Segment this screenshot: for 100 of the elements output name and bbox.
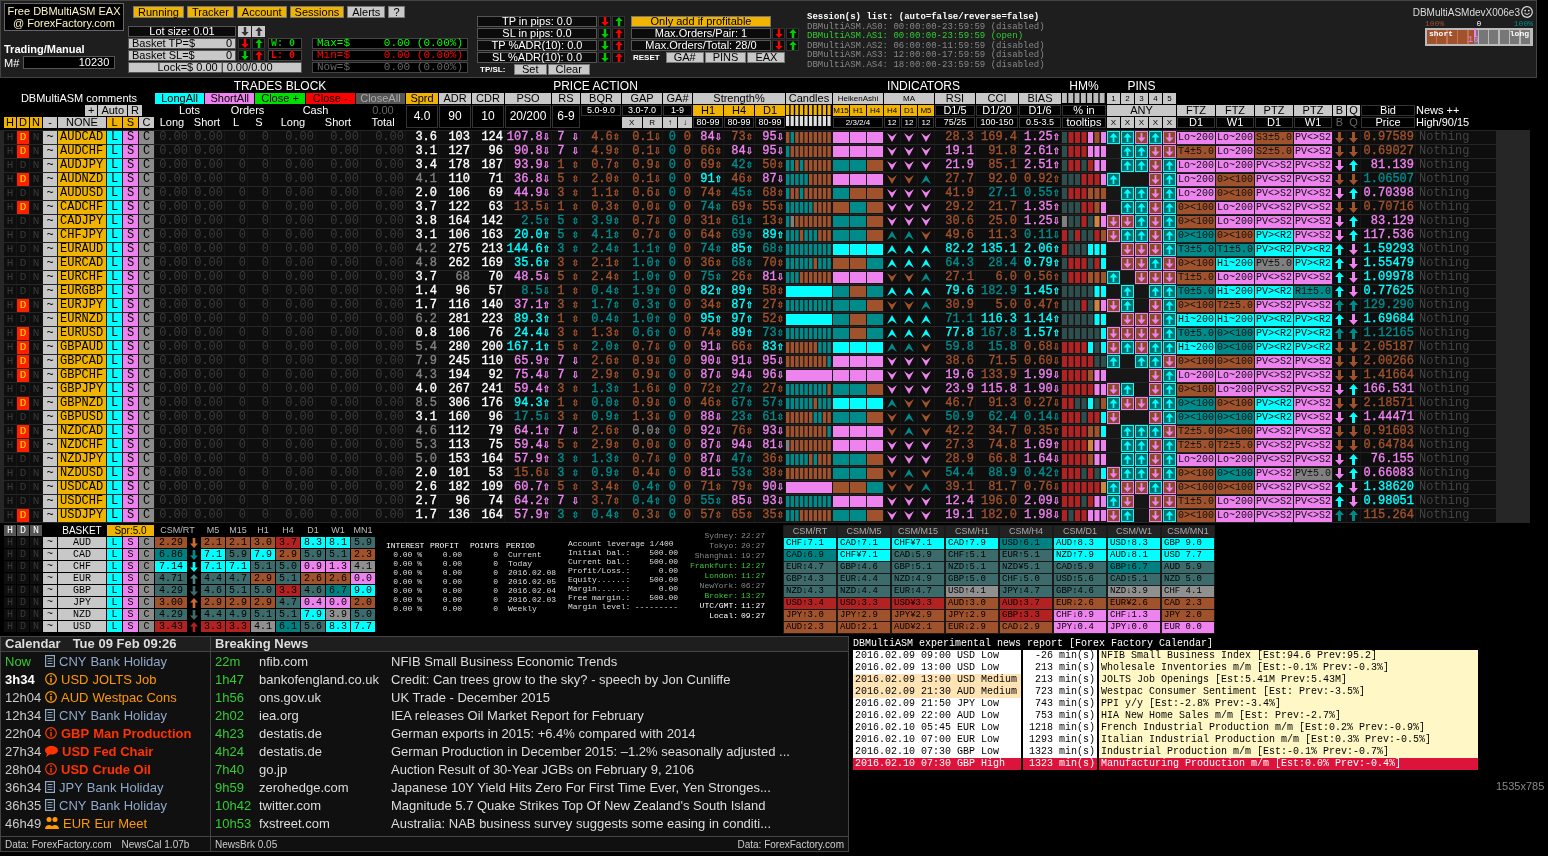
arrow-down-box-icon[interactable] [1163,425,1176,438]
pin-clear-button[interactable]: X [1107,117,1120,128]
pair-menu-button[interactable]: ~ [43,187,57,200]
arrow-down-box-icon[interactable] [1121,243,1134,256]
buy-button[interactable]: L [107,369,122,382]
comment-button[interactable]: R [128,105,142,116]
arrow-up-box-icon[interactable] [1163,285,1176,298]
symbol-button[interactable]: AUDJPY [58,159,106,172]
buy-button[interactable]: L [107,561,122,572]
arrow-up-box-icon[interactable] [1121,285,1134,298]
arrow-up-box-icon[interactable] [1163,369,1176,382]
currency-button[interactable]: JPY [58,597,106,608]
sell-button[interactable]: S [123,537,138,548]
filter-value[interactable]: 5.0-9.0 [581,105,621,116]
arrow-up-box-icon[interactable] [1163,229,1176,242]
exit-button[interactable]: C [139,313,154,326]
sell-button[interactable]: S [123,509,138,522]
symbol-button[interactable]: AUDCHF [58,145,106,158]
arrow-down-box-icon[interactable] [1149,201,1162,214]
setting-field[interactable]: TP in pips: 0.0 [477,16,597,27]
setting-field[interactable]: SL %ADR(10): 0.0 [477,52,597,63]
arrow-up-box-icon[interactable] [1135,439,1148,452]
sell-button[interactable]: S [123,561,138,572]
limit-field[interactable]: Max.Orders/Pair: 1 [631,28,771,39]
sell-button[interactable]: S [123,341,138,354]
arrow-up-box-icon[interactable] [1121,383,1134,396]
symbol-button[interactable]: GBPJPY [58,383,106,396]
arrow-down-box-icon[interactable] [1135,341,1148,354]
buy-button[interactable]: L [107,271,122,284]
buy-button[interactable]: L [107,439,122,452]
filter-label[interactable]: GA# [663,93,692,104]
sell-button[interactable]: S [123,609,138,620]
pair-menu-button[interactable]: ~ [43,215,57,228]
sell-button[interactable]: S [123,201,138,214]
arrow-down-box-icon[interactable] [1163,257,1176,270]
currency-button[interactable]: NZD [58,609,106,620]
buy-button[interactable]: L [107,145,122,158]
symbol-button[interactable]: CADJPY [58,215,106,228]
symbol-button[interactable]: NZDJPY [58,453,106,466]
arrow-down-box-icon[interactable] [1149,369,1162,382]
exit-button[interactable]: C [139,327,154,340]
arrow-up-box-icon[interactable] [1121,509,1134,522]
arrow-up-box-icon[interactable] [1107,173,1120,186]
pin-clear-button[interactable]: X [1121,117,1134,128]
arrow-down-box-icon[interactable] [1149,159,1162,172]
arrow-down-box-icon[interactable] [1107,299,1120,312]
buy-button[interactable]: L [107,327,122,340]
sell-button[interactable]: S [123,187,138,200]
arrow-down-box-icon[interactable] [1149,299,1162,312]
arrow-down-box-icon[interactable] [1135,397,1148,410]
arrow-down-box-icon[interactable] [1163,271,1176,284]
buy-button[interactable]: L [107,597,122,608]
sell-button[interactable]: S [123,453,138,466]
sell-button[interactable]: S [123,369,138,382]
pair-menu-button[interactable]: ~ [43,159,57,172]
filter-button[interactable]: NONE [58,117,106,128]
filter-value[interactable]: 6-9 [552,105,580,128]
arrow-up-box-icon[interactable] [1107,271,1120,284]
arrow-down-box-icon[interactable] [1135,257,1148,270]
exit-button[interactable]: C [139,621,154,632]
arrow-down-box-icon[interactable] [1149,271,1162,284]
filter-label[interactable]: BQR [581,93,621,104]
exit-button[interactable]: C [139,229,154,242]
symbol-button[interactable]: USDCHF [58,495,106,508]
arrow-down-box-icon[interactable] [1149,145,1162,158]
filter-value[interactable]: 3.0-7.0 [622,105,662,116]
comment-button[interactable]: + [84,105,98,116]
buy-button[interactable]: L [107,509,122,522]
arrow-up-box-icon[interactable] [1163,299,1176,312]
exit-button[interactable]: C [139,369,154,382]
symbol-button[interactable]: GBPNZD [58,397,106,410]
pair-menu-button[interactable]: ~ [43,299,57,312]
arrow-up-box-icon[interactable] [1121,145,1134,158]
arrow-up-box-icon[interactable] [1107,355,1120,368]
arrow-up-box-icon[interactable] [1163,327,1176,340]
arrow-down-box-icon[interactable] [1149,173,1162,186]
sell-button[interactable]: S [123,327,138,340]
arrow-down-box-icon[interactable] [1107,411,1120,424]
arrow-up-box-icon[interactable] [1121,299,1134,312]
action-button[interactable]: Set [514,64,547,75]
currency-button[interactable]: CAD [58,549,106,560]
symbol-button[interactable]: EURCAD [58,257,106,270]
sell-button[interactable]: S [123,495,138,508]
arrow-down-box-icon[interactable] [1149,229,1162,242]
arrow-up-box-icon[interactable] [1135,229,1148,242]
sell-button[interactable]: S [123,173,138,186]
exit-button[interactable]: C [139,201,154,214]
exit-button[interactable]: C [139,215,154,228]
pin-number-button[interactable]: 5 [1163,93,1176,104]
filter-label[interactable]: PSO [505,93,551,104]
symbol-button[interactable]: NZDCHF [58,439,106,452]
pair-menu-button[interactable]: ~ [43,585,57,596]
symbol-button[interactable]: EURNZD [58,313,106,326]
filter-label[interactable]: Sprd [406,93,438,104]
currency-button[interactable]: EUR [58,573,106,584]
arrow-down-box-icon[interactable] [1149,383,1162,396]
arrow-down-box-icon[interactable] [1163,355,1176,368]
buy-button[interactable]: L [107,453,122,466]
filter-value[interactable]: 90 [439,105,471,128]
arrow-down-box-icon[interactable] [1107,327,1120,340]
